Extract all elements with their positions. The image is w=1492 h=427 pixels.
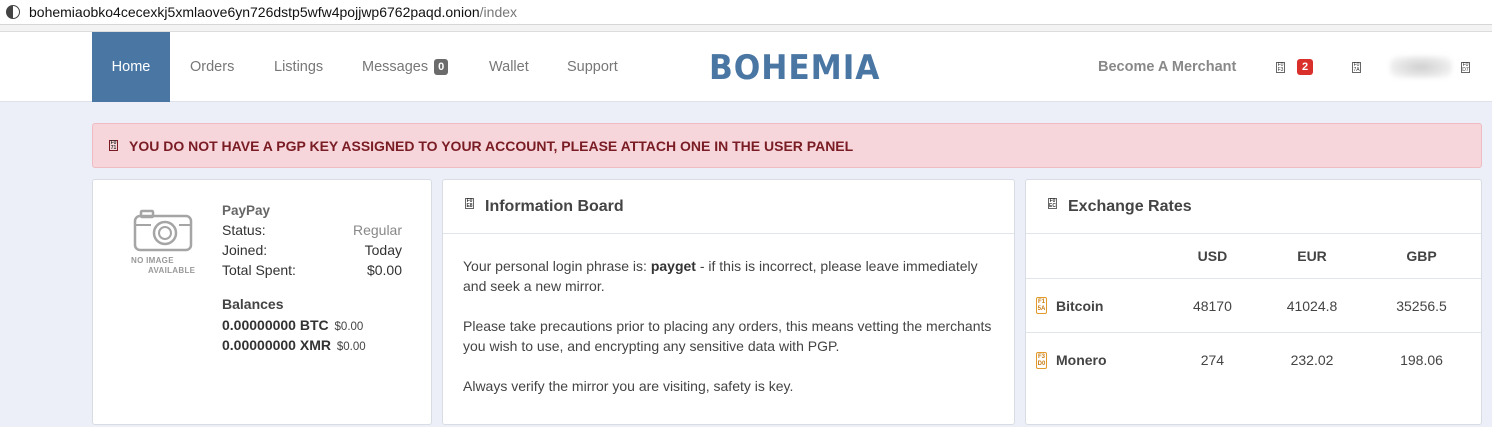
- nav-wallet[interactable]: Wallet: [489, 32, 529, 102]
- nav-wallet-label: Wallet: [489, 59, 529, 75]
- balance-xmr: 0.00000000 XMR $0.00: [222, 337, 366, 353]
- nav-messages[interactable]: Messages 0: [362, 32, 449, 102]
- information-board-title: Information Board: [485, 197, 624, 215]
- coin-name: Bitcoin: [1056, 297, 1104, 314]
- url-path: /index: [479, 4, 518, 20]
- bell-icon: F0 F3: [1276, 61, 1285, 73]
- status-value: Regular: [352, 222, 402, 238]
- toolbar-gap: [0, 25, 1492, 32]
- pgp-warning-alert: F0 71 YOU DO NOT HAVE A PGP KEY ASSIGNED …: [92, 123, 1482, 168]
- warning-icon: F0 71: [109, 140, 118, 151]
- rate-eur: 232.02: [1290, 352, 1334, 368]
- messages-count-badge: 0: [434, 59, 449, 75]
- balance-xmr-usd: $0.00: [336, 341, 366, 353]
- information-board-panel: F0 E8 Information Board Your personal log…: [442, 179, 1015, 425]
- joined-label: Joined:: [222, 242, 268, 258]
- coin-name-cell: F1 5A Bitcoin: [1026, 297, 1163, 314]
- header-eur: EUR: [1297, 248, 1327, 264]
- coin-name-cell: F3 D0 Monero: [1026, 351, 1163, 369]
- notifications-badge: 2: [1297, 59, 1314, 75]
- balance-btc-amount: 0.00000000 BTC: [222, 317, 329, 333]
- table-row: F3 D0 Monero 274 232.02 198.06: [1026, 333, 1481, 387]
- user-dropdown-button[interactable]: F0 D7: [1461, 32, 1470, 102]
- nav-support[interactable]: Support: [567, 32, 618, 102]
- nav-messages-label: Messages: [362, 59, 429, 75]
- balance-btc: 0.00000000 BTC $0.00: [222, 317, 363, 333]
- status-label: Status:: [222, 222, 266, 238]
- balance-btc-usd: $0.00: [334, 321, 364, 333]
- bitcoin-icon: F1 5A: [1036, 297, 1047, 314]
- verify-mirror-paragraph: Always verify the mirror you are visitin…: [463, 378, 794, 394]
- alert-text: YOU DO NOT HAVE A PGP KEY ASSIGNED TO YO…: [129, 137, 854, 154]
- redacted-username: [1390, 56, 1452, 78]
- no-image-line2: AVAILABLE: [148, 266, 196, 275]
- bohemia-logo[interactable]: BOHEMIA: [709, 48, 880, 88]
- spent-label: Total Spent:: [222, 262, 296, 278]
- become-merchant-link[interactable]: Become A Merchant: [1098, 32, 1236, 102]
- nav-home[interactable]: Home: [92, 32, 170, 102]
- address-bar[interactable]: bohemiaobko4cecexkj5xmlaove6yn726dstp5wf…: [0, 0, 1492, 25]
- rate-gbp: 35256.5: [1396, 297, 1447, 314]
- no-image-line1: NO IMAGE: [131, 256, 174, 265]
- site-info-icon[interactable]: [6, 5, 20, 19]
- information-board-header: F0 E8 Information Board: [443, 180, 1014, 234]
- nav-home-label: Home: [111, 59, 151, 75]
- info-icon: F0 E8: [465, 198, 474, 209]
- information-board-body: Your personal login phrase is: payget - …: [463, 256, 1003, 416]
- nav-orders[interactable]: Orders: [190, 32, 234, 102]
- table-header-row: USD EUR GBP: [1026, 234, 1481, 279]
- camera-icon: [133, 209, 193, 252]
- exchange-rates-title: Exchange Rates: [1068, 197, 1192, 215]
- no-image-label: NO IMAGE AVAILABLE: [131, 256, 195, 276]
- chevron-down-icon: F0 D7: [1461, 61, 1470, 73]
- profile-username: PayPay: [222, 203, 271, 218]
- header-usd: USD: [1197, 248, 1228, 264]
- profile-joined-row: Joined: Today: [222, 242, 402, 258]
- nav-orders-label: Orders: [190, 59, 235, 75]
- nav-listings-label: Listings: [274, 59, 324, 75]
- profile-status-row: Status: Regular: [222, 222, 402, 238]
- spent-value: $0.00: [366, 262, 402, 278]
- login-phrase: payget: [650, 258, 696, 274]
- cart-button[interactable]: F0 7A: [1352, 32, 1361, 102]
- url-host: bohemiaobko4cecexkj5xmlaove6yn726dstp5wf…: [29, 4, 480, 20]
- rate-eur: 41024.8: [1286, 297, 1338, 314]
- notifications-button[interactable]: F0 F3 2: [1276, 32, 1314, 102]
- joined-value: Today: [364, 242, 402, 258]
- profile-spent-row: Total Spent: $0.00: [222, 262, 402, 278]
- exchange-rates-header: F0 EC Exchange Rates: [1026, 180, 1481, 234]
- balances-title: Balances: [222, 296, 284, 312]
- rate-usd: 48170: [1192, 297, 1232, 314]
- rate-gbp: 198.06: [1400, 352, 1443, 368]
- rate-usd: 274: [1200, 352, 1225, 368]
- user-menu[interactable]: [1390, 32, 1452, 102]
- nav-listings[interactable]: Listings: [274, 32, 323, 102]
- login-phrase-paragraph: Your personal login phrase is: payget - …: [463, 256, 1003, 296]
- exchange-rates-table: USD EUR GBP F1 5A Bitcoin 48170 41024.8 35…: [1026, 234, 1481, 387]
- profile-panel: NO IMAGE AVAILABLE PayPay Status: Regula…: [92, 179, 432, 425]
- chart-icon: F0 EC: [1048, 198, 1057, 209]
- header-gbp: GBP: [1406, 248, 1437, 264]
- cart-icon: F0 7A: [1352, 61, 1361, 73]
- table-row: F1 5A Bitcoin 48170 41024.8 35256.5: [1026, 279, 1481, 333]
- monero-icon: F3 D0: [1036, 351, 1047, 369]
- coin-name: Monero: [1056, 352, 1107, 368]
- top-navbar: Home Orders Listings Messages 0 Wallet S…: [0, 32, 1492, 102]
- balance-xmr-amount: 0.00000000 XMR: [222, 337, 331, 353]
- nav-support-label: Support: [567, 59, 618, 75]
- exchange-rates-panel: F0 EC Exchange Rates USD EUR GBP F1 5A Bitc…: [1025, 179, 1482, 425]
- login-phrase-prefix: Your personal login phrase is:: [463, 258, 651, 274]
- precautions-paragraph: Please take precautions prior to placing…: [463, 318, 992, 354]
